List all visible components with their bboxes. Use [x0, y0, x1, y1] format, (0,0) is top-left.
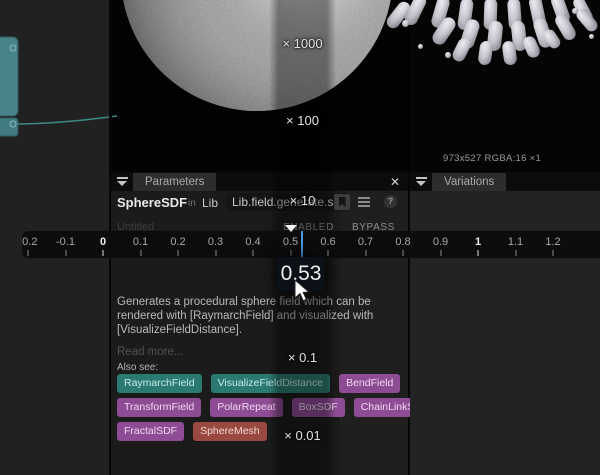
bookmark-toggle-button[interactable]: [334, 194, 350, 210]
related-operator-tag[interactable]: BendField: [339, 374, 400, 393]
ruler-tick-mark: [553, 250, 554, 256]
variations-panel-header: Variations: [410, 172, 600, 191]
ruler-tick-mark: [215, 250, 216, 256]
also-see-label: Also see:: [117, 362, 158, 373]
scale-ladder-label: × 0.01: [269, 428, 336, 443]
description-line: [VisualizeFieldDistance].: [117, 324, 401, 338]
ruler-tick-mark: [103, 250, 104, 256]
ruler-tick-mark: [65, 250, 66, 256]
related-operator-tags: RaymarchFieldVisualizeFieldDistanceBendF…: [117, 374, 387, 446]
ruler-tick-mark: [478, 250, 479, 256]
noise-sphere-preview: [120, 0, 394, 112]
operator-description: Generates a procedural sphere field whic…: [117, 296, 401, 337]
ruler-tick-mark: [290, 250, 291, 256]
bookmark-icon: [339, 197, 346, 207]
ruler-tick-label: -0.2: [22, 236, 37, 248]
operator-name: SphereSDF: [117, 195, 187, 210]
ruler-tick-label: 0.7: [358, 236, 373, 248]
value-marker-icon: [285, 225, 297, 232]
capsule-shape: [572, 8, 578, 14]
ruler-tick-label: 0.1: [133, 236, 148, 248]
capsule-shape: [402, 20, 409, 27]
ruler-tick-label: -0.1: [56, 236, 75, 248]
panel-menu-icon[interactable]: [416, 177, 427, 186]
graph-node-and-wire[interactable]: [0, 0, 118, 160]
description-line: rendered with [RaymarchField] and visual…: [117, 310, 401, 324]
ruler-tick-mark: [365, 250, 366, 256]
ruler-tick-label: 0.4: [245, 236, 260, 248]
operator-in-label: in: [188, 198, 196, 209]
scale-ladder-label: × 100: [269, 113, 336, 128]
ruler-tick-mark: [403, 250, 404, 256]
scale-ladder-label: × 1000: [269, 36, 336, 51]
ruler-tick-label: 1.1: [508, 236, 523, 248]
read-more-link[interactable]: Read more...: [117, 346, 183, 358]
app-window: 973x527 RGBA:16 ×1 Parameters ✕ SphereSD…: [0, 0, 600, 475]
ruler-tick-label: 0.8: [395, 236, 410, 248]
output-resolution-label: 973x527 RGBA:16 ×1: [443, 153, 541, 164]
scale-ladder-label: × 10: [269, 193, 336, 208]
ruler-tick-mark: [328, 250, 329, 256]
ruler-tick-mark: [140, 250, 141, 256]
help-button[interactable]: ?: [384, 195, 397, 208]
value-ruler[interactable]: -0.2 -0.1 0 0.1 0.2 0.3 0.4 0.5 0.6 0.7 0.8 0.9 1 1.1…: [22, 231, 600, 258]
ruler-tick-mark: [28, 250, 29, 256]
list-icon: [358, 197, 370, 199]
close-icon[interactable]: ✕: [390, 175, 400, 189]
list-view-button[interactable]: [358, 197, 370, 207]
capsule-shape: [589, 34, 594, 39]
ruler-tick-mark: [515, 250, 516, 256]
ruler-tick-label: 0.6: [320, 236, 335, 248]
ruler-tick-mark: [440, 250, 441, 256]
panel-menu-icon[interactable]: [117, 177, 128, 186]
ruler-tick-label: 0.5: [283, 236, 298, 248]
ruler-tick-label: 0.9: [433, 236, 448, 248]
ruler-tick-label: 0: [100, 236, 106, 248]
tab-variations[interactable]: Variations: [432, 173, 506, 191]
ruler-tick-label: 0.3: [208, 236, 223, 248]
tab-parameters[interactable]: Parameters: [133, 173, 216, 191]
ruler-tick-mark: [178, 250, 179, 256]
related-operator-tag[interactable]: FractalSDF: [117, 422, 184, 441]
scale-ladder-label: × 0.1: [269, 350, 336, 365]
ruler-tick-label: 1: [475, 236, 481, 248]
ruler-tick-label: 0.2: [170, 236, 185, 248]
namespace-root-link[interactable]: Lib: [202, 196, 218, 210]
related-operator-tag[interactable]: TransformField: [117, 398, 201, 417]
capsule-shape: [418, 44, 423, 49]
parameters-panel-header: Parameters: [111, 172, 408, 191]
mouse-cursor-icon: [294, 279, 312, 305]
related-operator-tag[interactable]: RaymarchField: [117, 374, 202, 393]
ruler-tick-label: 1.2: [545, 236, 560, 248]
capsule-shape: [445, 52, 451, 58]
related-operator-tag[interactable]: SphereMesh: [193, 422, 267, 441]
ruler-tick-mark: [253, 250, 254, 256]
description-line: Generates a procedural sphere field whic…: [117, 296, 401, 310]
